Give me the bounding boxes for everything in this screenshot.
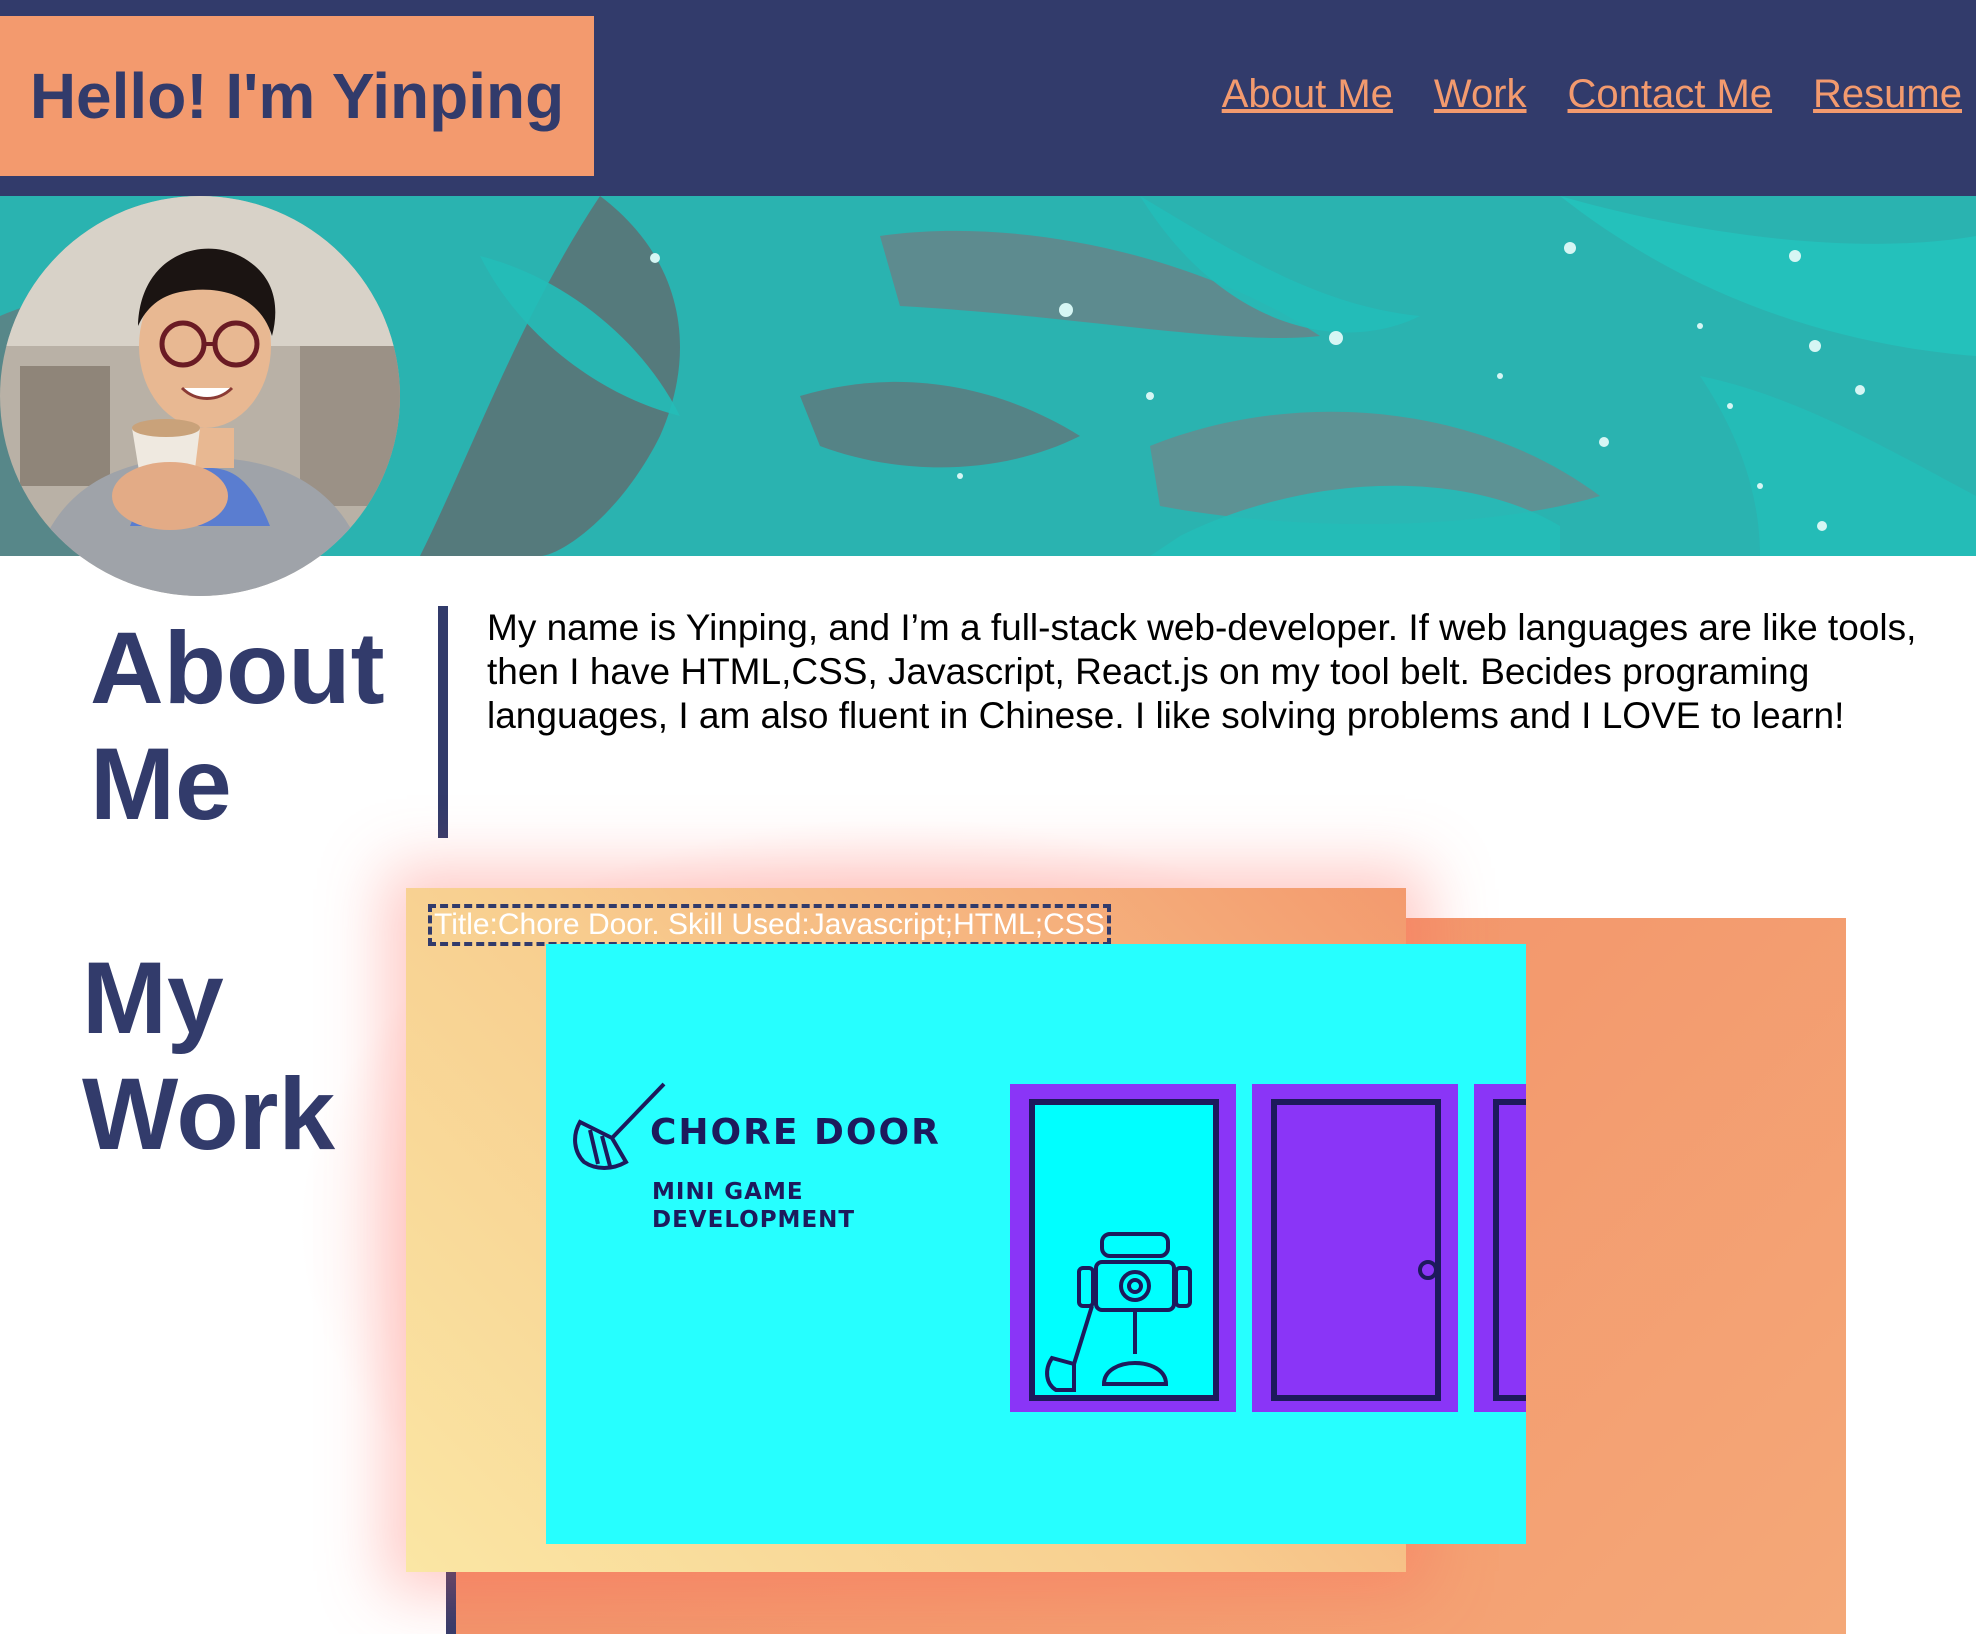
my-work-heading-text: My Work	[82, 941, 336, 1171]
door-open-robot	[1010, 1084, 1236, 1412]
chore-door-project-image[interactable]: CHORE DOOR MINI GAME DEVELOPMENT	[546, 944, 1526, 1544]
project-caption: Title:Chore Door. Skill Used:Javascript;…	[428, 904, 1111, 946]
name-banner: Hello! I'm Yinping	[0, 16, 594, 176]
about-me-heading-text: About Me	[90, 611, 385, 841]
chore-door-subtitle: MINI GAME DEVELOPMENT	[652, 1179, 856, 1233]
chore-door-artwork	[573, 1082, 1526, 1412]
site-header: Hello! I'm Yinping About Me Work Contact…	[0, 0, 1976, 196]
about-divider	[438, 606, 448, 838]
my-work-heading: My Work	[82, 940, 335, 1172]
door-closed	[1252, 1084, 1458, 1412]
nav-link-contact-me[interactable]: Contact Me	[1568, 72, 1773, 117]
nav-link-about-me[interactable]: About Me	[1222, 72, 1393, 117]
door-closed-partial	[1474, 1084, 1526, 1412]
about-me-heading: About Me	[90, 610, 385, 842]
nav-link-work[interactable]: Work	[1434, 72, 1527, 117]
chore-door-title: CHORE DOOR	[650, 1112, 941, 1153]
about-me-text: My name is Yinping, and I’m a full-stack…	[487, 607, 1917, 736]
profile-photo	[0, 196, 400, 596]
site-title: Hello! I'm Yinping	[29, 60, 565, 132]
nav-link-resume[interactable]: Resume	[1813, 72, 1962, 117]
main-nav: About Me Work Contact Me Resume	[1222, 72, 1976, 117]
profile-photo-illustration	[0, 196, 400, 596]
